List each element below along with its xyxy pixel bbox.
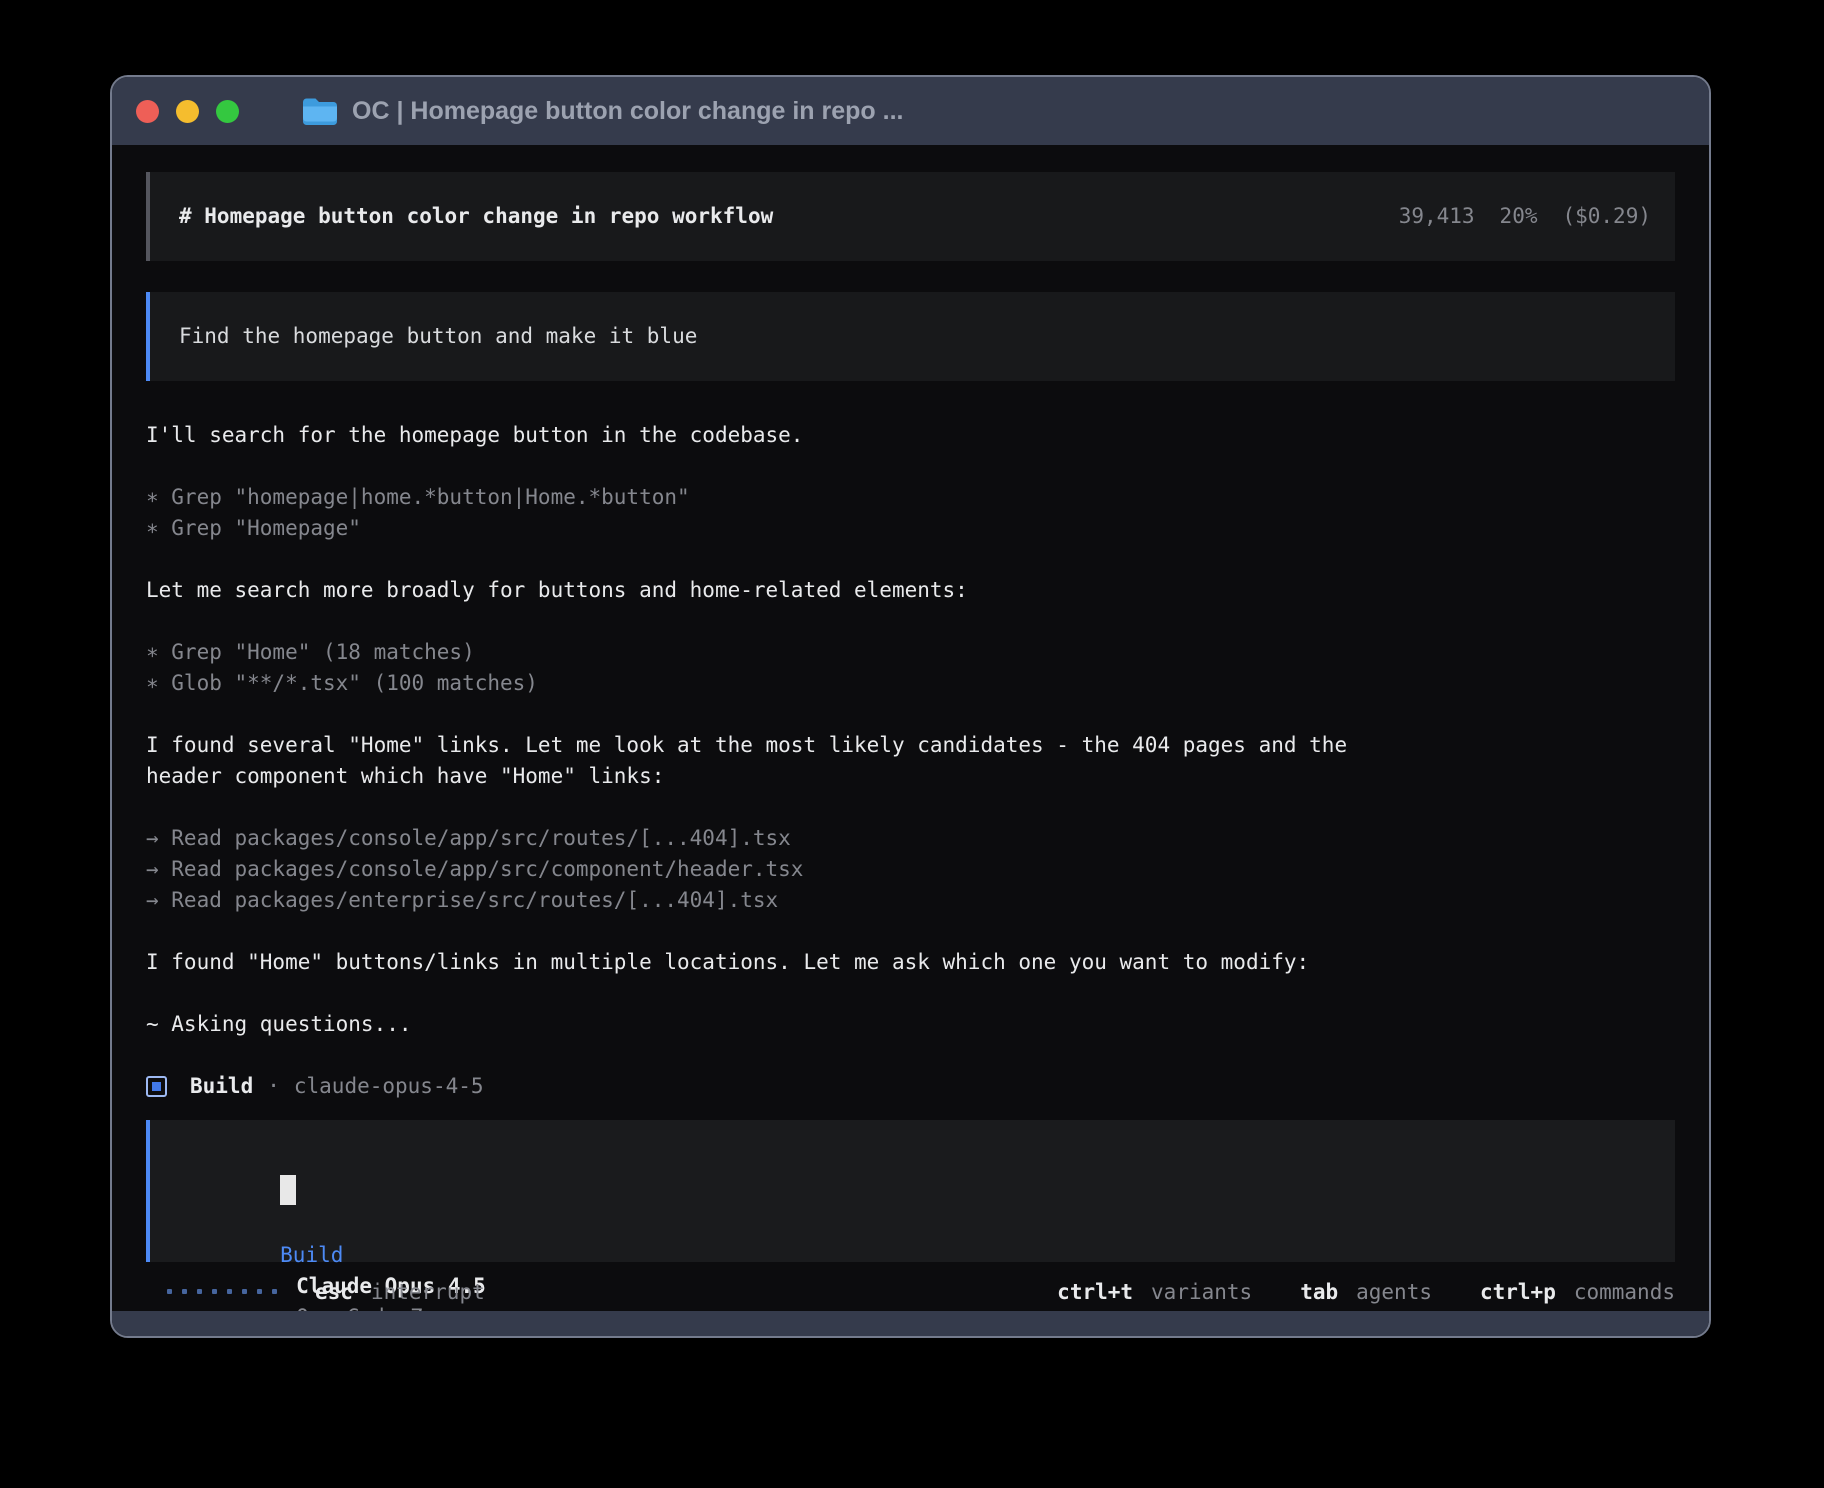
- assistant-text: Let me search more broadly for buttons a…: [146, 575, 1675, 606]
- transcript: I'll search for the homepage button in t…: [146, 420, 1675, 1102]
- mode-label[interactable]: Build: [280, 1243, 343, 1267]
- status-bar: esc interrupt ctrl+t variants tab agents ct…: [146, 1276, 1675, 1307]
- hint-variants-label: variants: [1151, 1280, 1252, 1304]
- context-percent: 20%: [1500, 201, 1538, 232]
- window-titlebar: OC | Homepage button color change in rep…: [112, 77, 1709, 145]
- key-esc: esc: [315, 1280, 353, 1304]
- user-message-text: Find the homepage button and make it blu…: [179, 324, 697, 348]
- session-title: # Homepage button color change in repo w…: [179, 201, 773, 232]
- hint-commands-label: commands: [1574, 1280, 1675, 1304]
- key-tab: tab: [1300, 1280, 1338, 1304]
- terminal-window: OC | Homepage button color change in rep…: [110, 75, 1711, 1338]
- folder-icon: [301, 97, 337, 126]
- hint-agents-label: agents: [1356, 1280, 1432, 1304]
- window-title: OC | Homepage button color change in rep…: [352, 97, 903, 126]
- hint-interrupt: esc interrupt: [315, 1280, 485, 1304]
- hint-variants: ctrl+t variants: [1057, 1280, 1252, 1304]
- tool-call-grep: ∗ Grep "homepage|home.*button|Home.*butt…: [146, 482, 1675, 513]
- assistant-text: I found "Home" buttons/links in multiple…: [146, 947, 1675, 978]
- tool-call-read: → Read packages/console/app/src/componen…: [146, 854, 1675, 885]
- assistant-text: header component which have "Home" links…: [146, 761, 1675, 792]
- text-cursor: [280, 1175, 296, 1205]
- key-ctrl-t: ctrl+t: [1057, 1280, 1133, 1304]
- status-left: esc interrupt: [146, 1280, 485, 1304]
- session-stats: 39,413 20% ($0.29): [1374, 201, 1651, 232]
- hint-interrupt-label: interrupt: [371, 1280, 485, 1304]
- hint-agents: tab agents: [1300, 1280, 1432, 1304]
- prompt-input[interactable]: Build Claude Opus 4.5 OpenCode Zen: [146, 1120, 1675, 1262]
- zoom-button[interactable]: [216, 100, 239, 123]
- terminal-content: # Homepage button color change in repo w…: [112, 145, 1709, 1311]
- session-header: # Homepage button color change in repo w…: [146, 172, 1675, 261]
- input-line[interactable]: [179, 1144, 1651, 1175]
- assistant-text: I'll search for the homepage button in t…: [146, 420, 1675, 451]
- tool-call-glob: ∗ Glob "**/*.tsx" (100 matches): [146, 668, 1675, 699]
- status-right: ctrl+t variants tab agents ctrl+p commands: [1009, 1280, 1675, 1304]
- working-status: ~ Asking questions...: [146, 1009, 1675, 1040]
- token-count: 39,413: [1399, 201, 1475, 232]
- spinner-icon: [167, 1289, 277, 1294]
- tool-call-read: → Read packages/enterprise/src/routes/[.…: [146, 885, 1675, 916]
- agent-status-line: Build · claude-opus-4-5: [146, 1071, 1675, 1102]
- minimize-button[interactable]: [176, 100, 199, 123]
- tool-call-read: → Read packages/console/app/src/routes/[…: [146, 823, 1675, 854]
- key-ctrl-p: ctrl+p: [1480, 1280, 1556, 1304]
- traffic-lights: [136, 100, 239, 123]
- hint-commands: ctrl+p commands: [1480, 1280, 1675, 1304]
- title-group: OC | Homepage button color change in rep…: [301, 97, 903, 126]
- close-button[interactable]: [136, 100, 159, 123]
- tool-call-grep: ∗ Grep "Home" (18 matches): [146, 637, 1675, 668]
- agent-icon: [146, 1076, 167, 1097]
- agent-model: claude-opus-4-5: [294, 1071, 484, 1102]
- separator-dot: ·: [267, 1071, 280, 1102]
- model-line: Build Claude Opus 4.5 OpenCode Zen: [179, 1209, 1651, 1240]
- agent-name: Build: [190, 1071, 253, 1102]
- session-cost: ($0.29): [1562, 201, 1651, 232]
- user-message: Find the homepage button and make it blu…: [146, 292, 1675, 381]
- assistant-text: I found several "Home" links. Let me loo…: [146, 730, 1675, 761]
- tool-call-grep: ∗ Grep "Homepage": [146, 513, 1675, 544]
- window-bottom-chrome: [112, 1311, 1709, 1336]
